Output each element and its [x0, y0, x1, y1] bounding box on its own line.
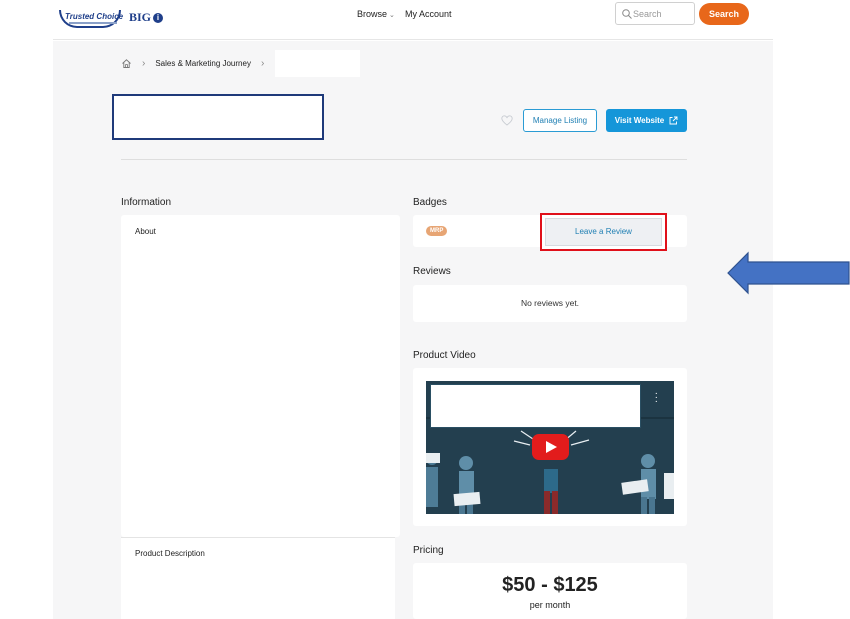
leave-review-highlight: Leave a Review — [540, 213, 667, 251]
listing-content: › Sales & Marketing Journey › Manage Lis… — [53, 41, 773, 619]
breadcrumb: › Sales & Marketing Journey › — [121, 56, 274, 70]
chevron-right-icon: › — [142, 57, 146, 69]
nav-browse[interactable]: Browse ⌄ — [357, 9, 395, 19]
site-header: Trusted Choice BIG i Browse ⌄ My Account … — [53, 0, 773, 40]
badge-mrp: MRP — [426, 226, 448, 236]
information-heading: Information — [121, 197, 172, 208]
product-description-card: Product Description — [121, 537, 395, 619]
pricing-card: $50 - $125 per month — [413, 563, 687, 619]
visit-website-label: Visit Website — [614, 116, 665, 125]
section-divider — [121, 159, 687, 160]
chevron-right-icon: › — [260, 57, 265, 69]
info-circle-icon: i — [153, 12, 164, 23]
breadcrumb-current-redacted — [275, 50, 360, 77]
nav-my-account[interactable]: My Account — [405, 9, 452, 19]
breadcrumb-item-sales-marketing[interactable]: Sales & Marketing Journey — [155, 59, 251, 68]
annotation-arrow-icon — [727, 251, 850, 295]
trusted-choice-logo[interactable]: Trusted Choice — [59, 4, 124, 28]
search-input[interactable] — [633, 6, 691, 21]
badges-heading: Badges — [413, 197, 447, 208]
heart-icon[interactable] — [501, 115, 513, 126]
product-video-heading: Product Video — [413, 350, 476, 361]
about-label: About — [135, 227, 156, 236]
trusted-choice-logo-text: Trusted Choice — [65, 12, 124, 21]
price-range: $50 - $125 — [502, 574, 598, 596]
visit-website-button[interactable]: Visit Website — [606, 109, 687, 132]
logo-tagline-bar — [69, 22, 117, 24]
big-logo[interactable]: BIG i — [129, 10, 164, 25]
search-icon — [622, 9, 632, 19]
nav-browse-label: Browse — [357, 9, 388, 19]
reviews-heading: Reviews — [413, 266, 451, 277]
page: Trusted Choice BIG i Browse ⌄ My Account … — [0, 0, 850, 619]
big-logo-text: BIG — [129, 10, 152, 24]
search-button[interactable]: Search — [699, 3, 749, 25]
product-video-card: · · · — [413, 368, 687, 526]
more-vertical-icon[interactable]: · · · — [655, 389, 658, 407]
home-icon[interactable] — [121, 58, 132, 69]
price-period: per month — [529, 600, 571, 610]
manage-listing-button[interactable]: Manage Listing — [523, 109, 597, 132]
video-title-redacted — [430, 384, 641, 428]
video-player[interactable]: · · · — [426, 381, 674, 514]
chevron-down-icon: ⌄ — [389, 12, 395, 19]
play-button-icon[interactable] — [532, 434, 569, 460]
information-card: About — [121, 215, 400, 537]
listing-title-redacted — [112, 94, 324, 140]
reviews-card: No reviews yet. — [413, 285, 687, 322]
pricing-heading: Pricing — [413, 545, 444, 556]
no-reviews-text: No reviews yet. — [520, 298, 580, 308]
product-description-label: Product Description — [135, 549, 205, 558]
leave-review-button[interactable]: Leave a Review — [545, 218, 662, 246]
external-link-icon — [669, 116, 678, 125]
search-field[interactable] — [615, 2, 695, 25]
